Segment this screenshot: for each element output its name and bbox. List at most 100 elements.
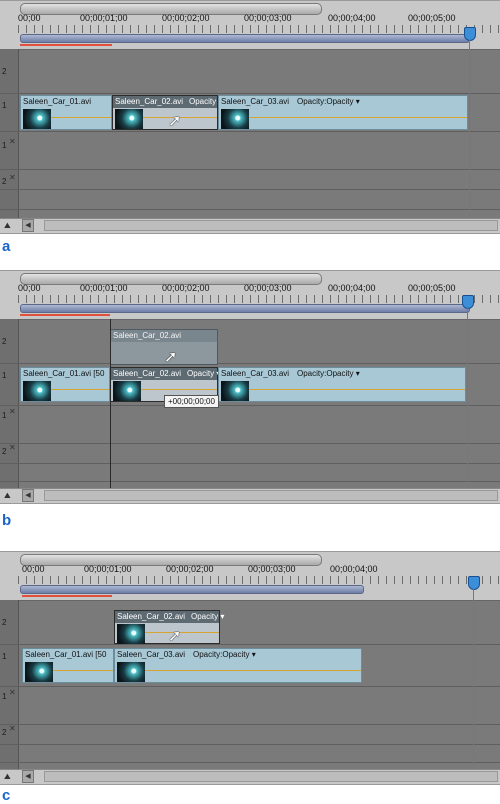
time-label: 00;00;01;00	[80, 283, 128, 293]
speaker-icon: ✕	[9, 407, 16, 416]
clip-saleen-car-01[interactable]: Saleen_Car_01.avi [50	[22, 648, 114, 683]
time-label: 00;00;02;00	[166, 564, 214, 574]
move-cursor-icon: ➚	[168, 111, 182, 130]
panel-label: c	[2, 787, 11, 804]
opacity-line	[145, 632, 219, 633]
horizontal-scrollbar[interactable]	[44, 220, 498, 231]
zoom-icon[interactable]: ⛰	[4, 491, 11, 501]
time-label: 00;00;01;00	[80, 13, 128, 23]
time-label: 00;00;02;00	[162, 13, 210, 23]
clip-opacity-menu[interactable]: Opacity ▾	[187, 369, 220, 378]
playhead-line	[467, 307, 468, 503]
track-number: 1	[2, 371, 7, 380]
clip-opacity-menu[interactable]: Opacity:Opacity ▾	[297, 97, 360, 106]
clip-opacity-menu[interactable]: Opacity:Opacity ▾	[193, 650, 256, 659]
playhead-icon[interactable]	[464, 27, 476, 41]
track-headers: 2 1 1 ✕ 2 ✕	[0, 600, 19, 784]
bottom-bar: ⛰ ◀	[0, 488, 500, 503]
track-number: 1	[2, 652, 7, 661]
track-divider	[0, 724, 500, 725]
opacity-line	[51, 117, 111, 118]
track-divider	[0, 189, 500, 190]
clip-saleen-car-01[interactable]: Saleen_Car_01.avi [50	[20, 367, 110, 402]
clip-thumbnail	[221, 381, 249, 401]
track-divider	[0, 644, 500, 645]
scroll-left-arrow[interactable]: ◀	[22, 219, 34, 232]
timeline-panel-b: 00;00 00;00;01;00 00;00;02;00 00;00;03;0…	[0, 270, 500, 504]
move-cursor-icon: ➚	[164, 347, 178, 366]
drag-offset-tooltip: +00;00;00;00	[164, 395, 219, 408]
clip-name: Saleen_Car_01.avi [50	[23, 369, 105, 378]
ruler-ticks	[18, 576, 500, 584]
track-divider	[0, 405, 500, 406]
opacity-line	[249, 389, 465, 390]
time-ruler[interactable]: 00;00 00;00;01;00 00;00;02;00 00;00;03;0…	[0, 552, 500, 601]
clip-name: Saleen_Car_01.avi	[23, 97, 92, 106]
clip-saleen-car-02[interactable]: Saleen_Car_02.avi Opacity ▾	[112, 95, 222, 130]
time-ruler[interactable]: 00;00 00;00;01;00 00;00;02;00 00;00;03;0…	[0, 1, 500, 50]
track-number: 1	[2, 101, 7, 110]
track-number: 1	[2, 141, 7, 150]
time-label: 00;00	[22, 564, 45, 574]
time-label: 00;00;04;00	[328, 13, 376, 23]
clip-thumbnail	[113, 381, 141, 401]
opacity-line	[53, 670, 113, 671]
track-number: 1	[2, 411, 7, 420]
work-area-bar[interactable]	[20, 585, 364, 594]
timeline-panel-c: 00;00 00;00;01;00 00;00;02;00 00;00;03;0…	[0, 551, 500, 785]
track-number: 2	[2, 67, 7, 76]
timeline-panel-a: 00;00 00;00;01;00 00;00;02;00 00;00;03;0…	[0, 0, 500, 234]
clip-name: Saleen_Car_03.avi	[221, 97, 290, 106]
clip-name: Saleen_Car_02.avi	[117, 612, 186, 621]
clip-saleen-car-02[interactable]: Saleen_Car_02.avi Opacity ▾	[114, 610, 224, 644]
playhead-icon[interactable]	[462, 295, 474, 309]
time-label: 00;00;04;00	[330, 564, 378, 574]
bottom-bar: ⛰ ◀	[0, 218, 500, 233]
clip-saleen-car-01[interactable]: Saleen_Car_01.avi	[20, 95, 112, 130]
track-number: 2	[2, 728, 7, 737]
track-divider	[0, 209, 500, 210]
move-cursor-icon: ➚	[168, 626, 182, 645]
track-number: 2	[2, 618, 7, 627]
render-bar	[22, 595, 112, 597]
clip-thumbnail	[117, 662, 145, 682]
clip-saleen-car-03[interactable]: Saleen_Car_03.avi Opacity:Opacity ▾	[218, 95, 468, 130]
playhead-icon[interactable]	[468, 576, 480, 590]
scroll-left-arrow[interactable]: ◀	[22, 770, 34, 783]
time-label: 00;00;04;00	[328, 283, 376, 293]
clip-opacity-menu[interactable]: Opacity ▾	[191, 612, 224, 621]
track-headers: 2 1 1 ✕ 2 ✕	[0, 319, 19, 503]
track-divider	[0, 363, 500, 364]
clip-saleen-car-03[interactable]: Saleen_Car_03.avi Opacity:Opacity ▾	[218, 367, 466, 402]
clip-saleen-car-03[interactable]: Saleen_Car_03.avi Opacity:Opacity ▾	[114, 648, 362, 683]
zoom-icon[interactable]: ⛰	[4, 772, 11, 782]
snap-line	[110, 319, 111, 489]
clip-thumbnail	[23, 109, 51, 129]
horizontal-scrollbar[interactable]	[44, 771, 498, 782]
track-headers: 2 1 1 ✕ 2 ✕	[0, 49, 19, 233]
time-label: 00;00;03;00	[244, 13, 292, 23]
track-divider	[0, 744, 500, 745]
render-bar	[20, 314, 110, 316]
track-divider	[0, 169, 500, 170]
clip-opacity-menu[interactable]: Opacity:Opacity ▾	[297, 369, 360, 378]
work-area-bar[interactable]	[20, 34, 470, 43]
panel-label: b	[2, 512, 12, 529]
time-label: 00;00;05;00	[408, 13, 456, 23]
time-label: 00;00;01;00	[84, 564, 132, 574]
work-area-bar[interactable]	[20, 304, 470, 313]
track-number: 2	[2, 337, 7, 346]
track-divider	[0, 762, 500, 763]
speaker-icon: ✕	[9, 173, 16, 182]
clip-thumbnail	[221, 109, 249, 129]
panel-label: a	[2, 238, 11, 255]
ruler-ticks	[18, 25, 500, 33]
speaker-icon: ✕	[9, 137, 16, 146]
time-label: 00;00;02;00	[162, 283, 210, 293]
clip-name: Saleen_Car_03.avi	[117, 650, 186, 659]
zoom-icon[interactable]: ⛰	[4, 221, 11, 231]
time-ruler[interactable]: 00;00 00;00;01;00 00;00;02;00 00;00;03;0…	[0, 271, 500, 320]
scroll-left-arrow[interactable]: ◀	[22, 489, 34, 502]
opacity-line	[249, 117, 467, 118]
horizontal-scrollbar[interactable]	[44, 490, 498, 501]
